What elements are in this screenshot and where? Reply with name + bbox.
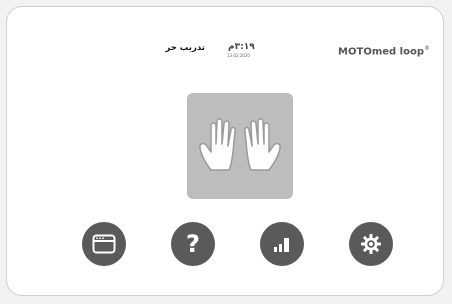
brand-logo: MOTOmed loop® <box>338 45 430 57</box>
settings-button[interactable] <box>349 222 393 266</box>
hands-icon <box>199 118 281 171</box>
clock-date: 13.02.2020 <box>227 53 250 58</box>
menu-window-icon <box>92 234 116 254</box>
help-icon: ? <box>186 230 200 258</box>
registered-mark: ® <box>424 45 430 52</box>
help-button[interactable]: ? <box>171 222 215 266</box>
bar-chart-icon <box>274 238 289 252</box>
hands-training-tile[interactable] <box>187 93 293 199</box>
menu-window-button[interactable] <box>82 222 126 266</box>
training-mode-title: تدريب حر <box>165 43 205 53</box>
gear-icon <box>361 234 381 254</box>
touch-screen: MOTOmed loop® ٣:١٩م 13.02.2020 تدريب حر <box>45 37 438 279</box>
brand-name: MOTOmed loop <box>338 46 424 58</box>
statistics-button[interactable] <box>260 222 304 266</box>
device-frame: MOTOmed loop® ٣:١٩م 13.02.2020 تدريب حر <box>6 6 444 296</box>
clock-time: ٣:١٩م <box>228 42 255 52</box>
